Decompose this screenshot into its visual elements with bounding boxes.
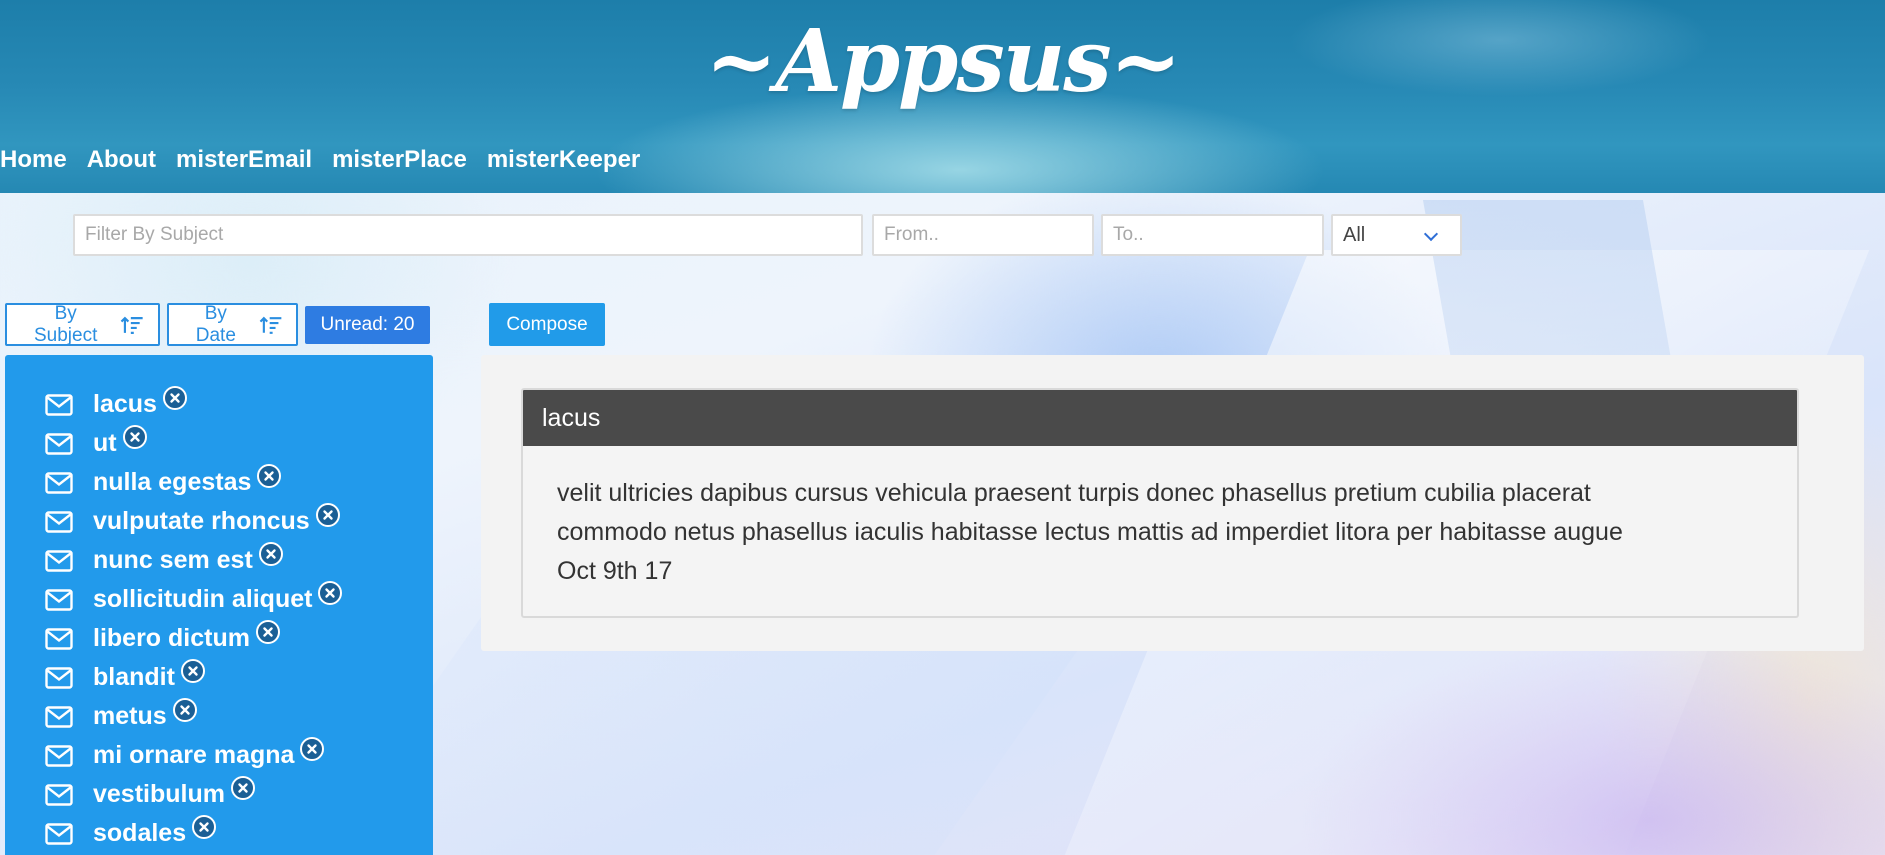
email-subject: sodales	[93, 819, 187, 847]
main-nav: Home About misterEmail misterPlace miste…	[0, 140, 640, 180]
envelope-icon	[45, 822, 73, 845]
email-subject: mi ornare magna	[93, 741, 295, 769]
email-list-item[interactable]: sollicitudin aliquet	[5, 580, 433, 619]
envelope-icon	[45, 393, 73, 416]
email-preview-body-line: commodo netus phasellus iaculis habitass…	[557, 518, 1623, 546]
envelope-icon	[45, 744, 73, 767]
email-preview-panel: lacus velit ultricies dapibus cursus veh…	[481, 355, 1864, 651]
email-subject: sollicitudin aliquet	[93, 585, 313, 613]
chevron-down-icon	[1423, 226, 1439, 242]
envelope-icon	[45, 705, 73, 728]
envelope-icon	[45, 432, 73, 455]
delete-email-button[interactable]	[318, 580, 343, 605]
envelope-icon	[45, 471, 73, 494]
close-icon	[179, 704, 190, 715]
nav-misteremail-link[interactable]: misterEmail	[176, 140, 312, 180]
delete-email-button[interactable]	[172, 697, 197, 722]
sort-by-subject-button[interactable]: By Subject	[5, 303, 160, 346]
email-list-item[interactable]: nulla egestas	[5, 463, 433, 502]
envelope-icon	[45, 666, 73, 689]
delete-email-button[interactable]	[192, 814, 217, 839]
email-list-item[interactable]: metus	[5, 697, 433, 736]
filter-subject-input[interactable]	[73, 214, 863, 256]
email-list-item[interactable]: ut	[5, 424, 433, 463]
close-icon	[322, 509, 333, 520]
filter-from-input[interactable]	[872, 214, 1094, 256]
email-preview-date: Oct 9th 17	[557, 557, 673, 585]
close-icon	[170, 392, 180, 403]
sort-by-subject-label: By Subject	[34, 302, 98, 346]
email-list-item[interactable]: blandit	[5, 658, 433, 697]
close-icon	[264, 470, 275, 481]
sort-by-date-button[interactable]: By Date	[167, 303, 298, 346]
email-subject: lacus	[93, 390, 157, 418]
delete-email-button[interactable]	[230, 775, 255, 800]
email-list-item[interactable]: vestibulum	[5, 775, 433, 814]
status-filter-select[interactable]: All	[1331, 214, 1462, 256]
envelope-icon	[45, 510, 73, 533]
email-subject: nulla egestas	[93, 468, 252, 496]
envelope-icon	[45, 783, 73, 806]
unread-count-badge: Unread: 20	[305, 306, 430, 344]
email-list-item[interactable]: mi ornare magna	[5, 736, 433, 775]
email-preview-subject: lacus	[523, 390, 1797, 446]
delete-email-button[interactable]	[300, 736, 325, 761]
sort-ascending-icon	[259, 316, 282, 334]
envelope-icon	[45, 588, 73, 611]
close-icon	[238, 782, 248, 793]
nav-misterplace-link[interactable]: misterPlace	[332, 140, 467, 180]
nav-misterkeeper-link[interactable]: misterKeeper	[487, 140, 640, 180]
email-subject: vulputate rhoncus	[93, 507, 310, 535]
envelope-icon	[45, 627, 73, 650]
close-icon	[199, 821, 209, 832]
email-preview-body-line: velit ultricies dapibus cursus vehicula …	[557, 479, 1591, 507]
close-icon	[129, 431, 140, 442]
email-subject: blandit	[93, 663, 175, 691]
compose-button[interactable]: Compose	[489, 303, 605, 346]
email-subject: ut	[93, 429, 117, 457]
email-list-item[interactable]: sodales	[5, 814, 433, 853]
filter-to-input[interactable]	[1101, 214, 1324, 256]
envelope-icon	[45, 549, 73, 572]
close-icon	[188, 665, 198, 676]
app-header: ~Appsus~ Home About misterEmail misterPl…	[0, 0, 1885, 193]
email-subject: libero dictum	[93, 624, 250, 652]
delete-email-button[interactable]	[180, 658, 205, 683]
delete-email-button[interactable]	[162, 385, 187, 410]
close-icon	[307, 743, 318, 754]
sort-ascending-icon	[121, 316, 144, 334]
sort-by-date-label: By Date	[195, 302, 236, 346]
email-subject: metus	[93, 702, 167, 730]
app-logo: ~Appsus~	[705, 11, 1181, 112]
close-icon	[325, 587, 336, 598]
delete-email-button[interactable]	[315, 502, 340, 527]
delete-email-button[interactable]	[258, 541, 283, 566]
nav-about-link[interactable]: About	[87, 140, 156, 180]
delete-email-button[interactable]	[257, 463, 282, 488]
email-list: lacus ut nulla egestas vulputate rhoncus nun…	[5, 355, 433, 855]
delete-email-button[interactable]	[122, 424, 147, 449]
email-preview-card: lacus velit ultricies dapibus cursus veh…	[521, 388, 1799, 618]
delete-email-button[interactable]	[255, 619, 280, 644]
close-icon	[263, 626, 273, 637]
close-icon	[266, 548, 276, 559]
email-list-item[interactable]: lacus	[5, 385, 433, 424]
nav-home-link[interactable]: Home	[0, 140, 67, 180]
email-subject: vestibulum	[93, 780, 225, 808]
email-preview-body: velit ultricies dapibus cursus vehicula …	[523, 446, 1797, 591]
email-subject: nunc sem est	[93, 546, 253, 574]
email-list-item[interactable]: nunc sem est	[5, 541, 433, 580]
email-list-item[interactable]: vulputate rhoncus	[5, 502, 433, 541]
email-list-item[interactable]: libero dictum	[5, 619, 433, 658]
status-filter-value: All	[1343, 224, 1366, 246]
